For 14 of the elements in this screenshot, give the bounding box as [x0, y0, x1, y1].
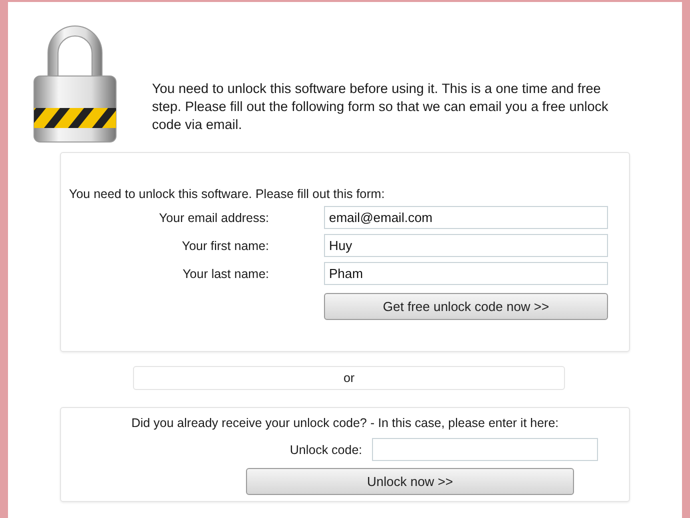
field-label: Unlock code:	[290, 442, 362, 456]
input-field[interactable]: email@email.com	[324, 206, 608, 229]
field-label: Your email address:	[158, 210, 269, 224]
get-code-button[interactable]: Get free unlock code now >>	[324, 293, 608, 320]
input-field[interactable]: Huy	[324, 234, 608, 257]
input-field[interactable]: Pham	[324, 262, 608, 285]
field-label: Your first name:	[180, 238, 269, 252]
input-field[interactable]	[372, 438, 598, 461]
intro-text: You need to unlock this software before using it. This is a one time and free step. Please fill out the following form so that we can email you a free unlock code via email.	[152, 80, 610, 134]
separator-text: or	[343, 371, 355, 385]
unlock-prompt: Did you already receive your unlock code? - In this case, please enter it here:	[131, 416, 559, 430]
form-prompt: You need to unlock this software. Please fill out this form:	[69, 187, 386, 201]
field-label: Your last name:	[182, 266, 269, 280]
unlock-button[interactable]: Unlock now >>	[246, 468, 574, 495]
